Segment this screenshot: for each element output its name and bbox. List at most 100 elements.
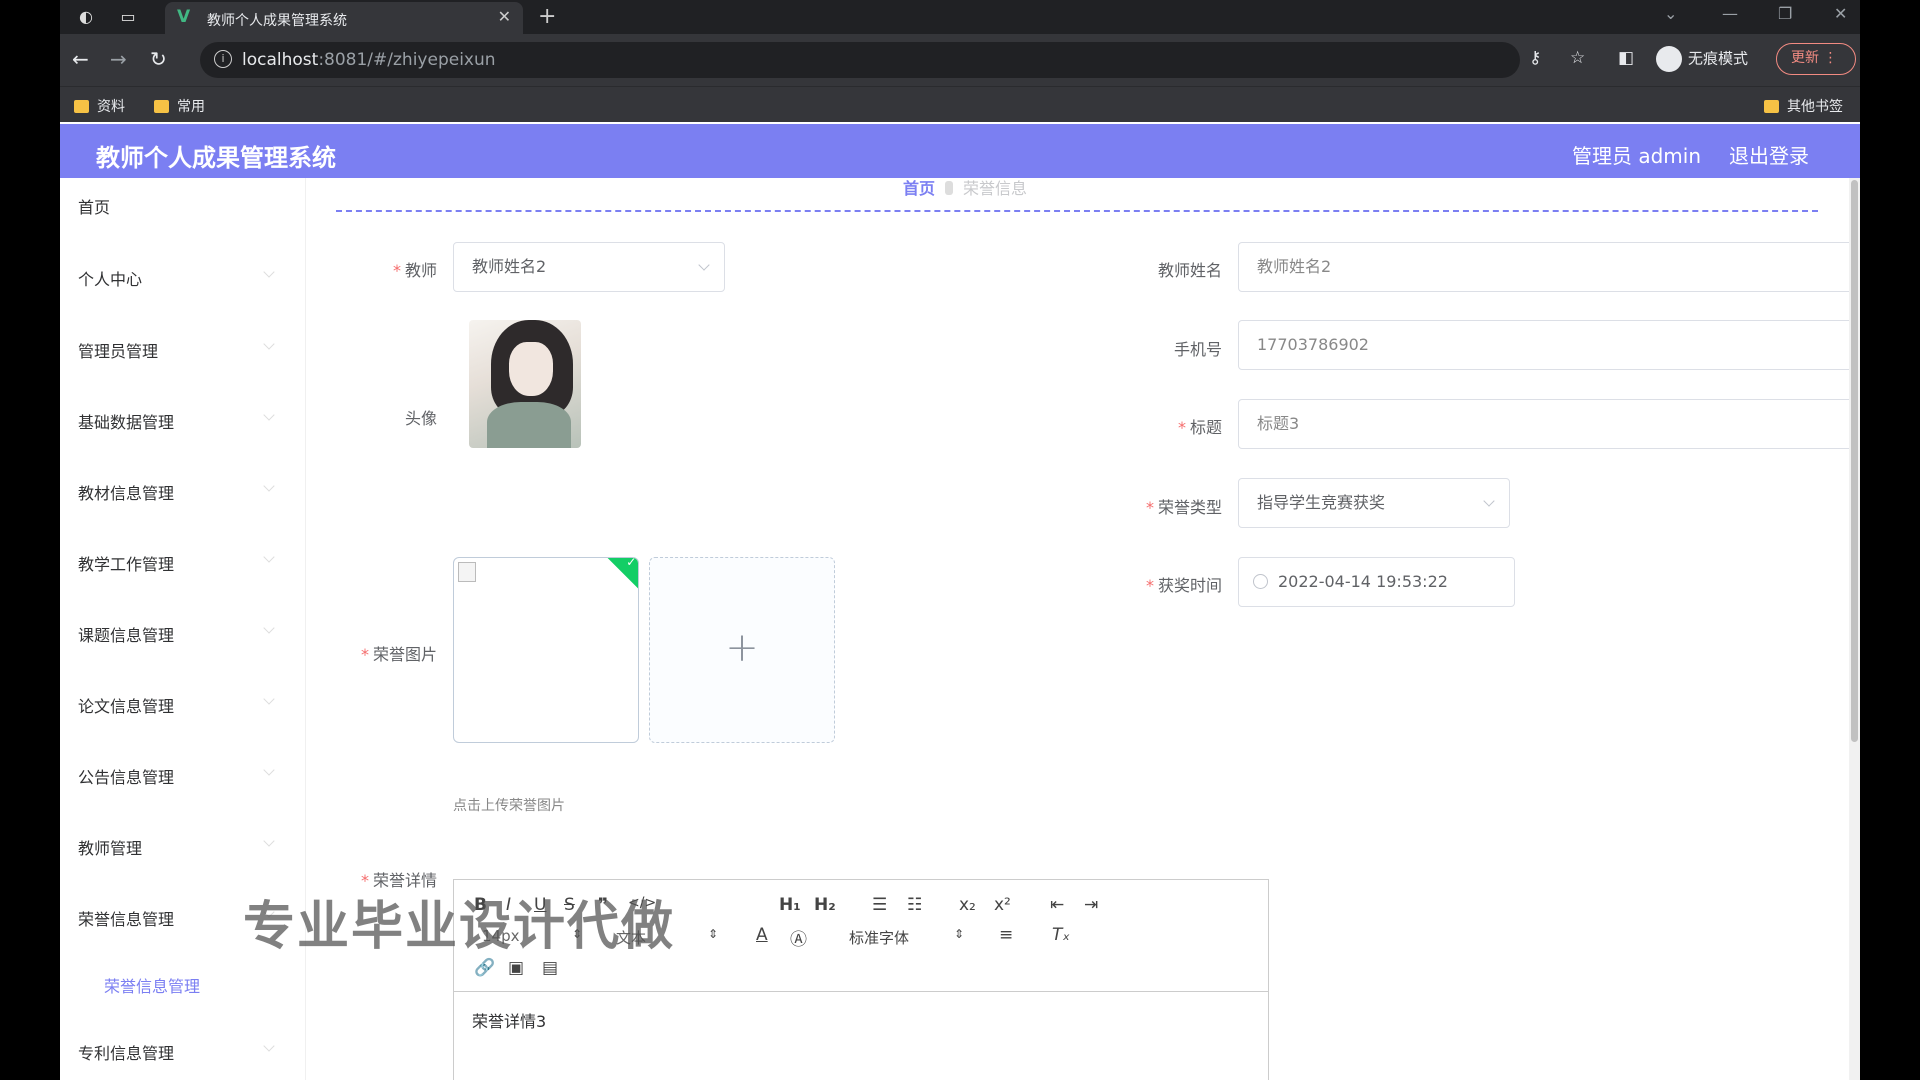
chevron-down-icon bbox=[263, 622, 275, 634]
phone-label: 手机号 bbox=[1173, 340, 1222, 359]
sidebar-item-basic-data[interactable]: 基础数据管理 bbox=[78, 409, 174, 433]
phone-input[interactable]: 17703786902 bbox=[1238, 320, 1860, 370]
password-key-icon[interactable]: ⚷ bbox=[1529, 48, 1541, 68]
title-input[interactable]: 标题3 bbox=[1238, 399, 1860, 449]
updown-icon: ⇕ bbox=[954, 927, 965, 941]
app-menu-icon[interactable]: ◐ bbox=[76, 7, 96, 27]
image-icon[interactable]: ▣ bbox=[508, 958, 524, 978]
check-icon: ✓ bbox=[626, 557, 637, 569]
outdent-icon[interactable]: ⇤ bbox=[1050, 895, 1064, 915]
upload-success-badge: ✓ bbox=[606, 557, 638, 590]
divider bbox=[336, 210, 1818, 212]
sidebar-item-textbook[interactable]: 教材信息管理 bbox=[78, 480, 174, 504]
bullet-list-icon[interactable]: ☷ bbox=[907, 895, 922, 915]
sidebar-item-profile[interactable]: 个人中心 bbox=[78, 266, 142, 290]
ordered-list-icon[interactable]: ☰ bbox=[872, 895, 887, 915]
uploaded-image-card[interactable]: ✓ bbox=[453, 557, 639, 743]
teacher-select[interactable]: 教师姓名2 bbox=[453, 242, 725, 292]
sidebar-item-honor[interactable]: 荣誉信息管理 bbox=[78, 906, 174, 930]
align-icon[interactable]: ≡ bbox=[999, 925, 1013, 945]
teacher-name-input[interactable]: 教师姓名2 bbox=[1238, 242, 1860, 292]
subscript-icon[interactable]: x₂ bbox=[959, 895, 976, 915]
header-2-icon[interactable]: H₂ bbox=[814, 895, 836, 915]
update-button[interactable]: 更新 ⋮ bbox=[1776, 43, 1856, 75]
honor-image-label: * 荣誉图片 bbox=[360, 645, 437, 664]
avatar-face bbox=[509, 342, 553, 396]
award-time-picker[interactable]: 2022-04-14 19:53:22 bbox=[1238, 557, 1515, 607]
chevron-down-icon bbox=[263, 409, 275, 421]
sidebar-subitem-honor[interactable]: 荣誉信息管理 bbox=[104, 973, 200, 997]
chevron-down-icon bbox=[698, 259, 710, 271]
scrollbar-thumb[interactable] bbox=[1851, 180, 1858, 742]
indent-icon[interactable]: ⇥ bbox=[1084, 895, 1098, 915]
tab-search-icon[interactable]: ▭ bbox=[118, 7, 138, 27]
back-icon[interactable]: ← bbox=[72, 47, 89, 71]
broken-image-icon bbox=[458, 562, 476, 582]
side-panel-icon[interactable]: ◧ bbox=[1618, 48, 1634, 68]
tab-list-icon[interactable]: ⌄ bbox=[1664, 4, 1677, 23]
sidebar-item-teacher[interactable]: 教师管理 bbox=[78, 835, 142, 859]
bookmark-star-icon[interactable]: ☆ bbox=[1570, 48, 1585, 68]
avatar-body bbox=[487, 402, 571, 448]
sidebar-item-patent[interactable]: 专利信息管理 bbox=[78, 1040, 174, 1064]
sidebar-item-admin[interactable]: 管理员管理 bbox=[78, 338, 158, 362]
breadcrumb-home[interactable]: 首页 bbox=[903, 179, 935, 198]
video-icon[interactable]: ▤ bbox=[542, 958, 558, 978]
reload-icon[interactable]: ↻ bbox=[150, 47, 167, 71]
link-icon[interactable]: 🔗 bbox=[474, 958, 495, 978]
browser-window: ◐ ▭ V 教师个人成果管理系统 ✕ + ⌄ — ❐ ✕ ← → ↻ i loc… bbox=[60, 0, 1860, 1080]
updown-icon: ⇕ bbox=[708, 927, 719, 941]
chevron-down-icon bbox=[263, 1040, 275, 1052]
sidebar-item-teaching[interactable]: 教学工作管理 bbox=[78, 551, 174, 575]
avatar-image bbox=[469, 320, 581, 448]
page-scrollbar[interactable] bbox=[1849, 178, 1860, 1080]
chevron-down-icon bbox=[263, 693, 275, 705]
upload-hint: 点击上传荣誉图片 bbox=[453, 798, 565, 814]
bookmarks-bar: 资料 常用 其他书签 bbox=[60, 86, 1860, 122]
clear-format-icon[interactable]: Tₓ bbox=[1052, 925, 1070, 945]
minimize-icon[interactable]: — bbox=[1722, 4, 1738, 23]
incognito-icon bbox=[1656, 46, 1682, 72]
font-family-select[interactable]: 标准字体 bbox=[849, 927, 909, 948]
upload-add-button[interactable]: + bbox=[649, 557, 835, 743]
breadcrumb: 首页 荣誉信息 bbox=[903, 175, 1027, 199]
sidebar-item-paper[interactable]: 论文信息管理 bbox=[78, 693, 174, 717]
teacher-label: * 教师 bbox=[392, 261, 437, 280]
sidebar-item-home[interactable]: 首页 bbox=[78, 194, 110, 218]
folder-icon bbox=[1764, 100, 1779, 113]
chevron-down-icon bbox=[263, 551, 275, 563]
vue-favicon-icon: V bbox=[177, 7, 191, 27]
chevron-down-icon bbox=[263, 835, 275, 847]
toolbar: ← → ↻ i localhost:8081/#/zhiyepeixun ⚷ ☆… bbox=[60, 34, 1860, 86]
chevron-down-icon bbox=[263, 480, 275, 492]
address-bar[interactable]: i localhost:8081/#/zhiyepeixun bbox=[200, 42, 1520, 78]
close-tab-icon[interactable]: ✕ bbox=[498, 7, 511, 26]
sidebar-item-project[interactable]: 课题信息管理 bbox=[78, 622, 174, 646]
incognito-indicator[interactable]: 无痕模式 bbox=[1656, 46, 1748, 72]
bookmark-folder-changyong[interactable]: 常用 bbox=[154, 96, 205, 116]
sidebar-item-notice[interactable]: 公告信息管理 bbox=[78, 764, 174, 788]
restore-icon[interactable]: ❐ bbox=[1778, 4, 1792, 23]
editor-content[interactable]: 荣誉详情3 bbox=[472, 1008, 546, 1032]
other-bookmarks[interactable]: 其他书签 bbox=[1764, 96, 1843, 116]
logout-button[interactable]: 退出登录 bbox=[1729, 140, 1809, 169]
title-label: * 标题 bbox=[1177, 418, 1222, 437]
new-tab-icon[interactable]: + bbox=[538, 4, 556, 29]
url-text: localhost:8081/#/zhiyepeixun bbox=[242, 50, 496, 70]
background-color-icon[interactable]: Ⓐ bbox=[790, 925, 807, 950]
honor-type-select[interactable]: 指导学生竞赛获奖 bbox=[1238, 478, 1510, 528]
plus-icon: + bbox=[725, 625, 759, 671]
window-close-icon[interactable]: ✕ bbox=[1834, 4, 1847, 23]
browser-tab-active[interactable]: V 教师个人成果管理系统 ✕ bbox=[165, 2, 523, 34]
chevron-down-icon bbox=[1483, 495, 1495, 507]
superscript-icon[interactable]: x² bbox=[994, 895, 1011, 915]
teacher-name-label: 教师姓名 bbox=[1157, 261, 1222, 280]
font-color-icon[interactable]: A bbox=[756, 925, 768, 945]
forward-icon[interactable]: → bbox=[110, 47, 127, 71]
site-info-icon[interactable]: i bbox=[214, 50, 232, 68]
header-1-icon[interactable]: H₁ bbox=[779, 895, 801, 915]
bookmark-folder-ziliao[interactable]: 资料 bbox=[74, 96, 125, 116]
chevron-down-icon bbox=[263, 266, 275, 278]
avatar-label: 头像 bbox=[404, 409, 437, 428]
breadcrumb-current: 荣誉信息 bbox=[963, 179, 1028, 198]
